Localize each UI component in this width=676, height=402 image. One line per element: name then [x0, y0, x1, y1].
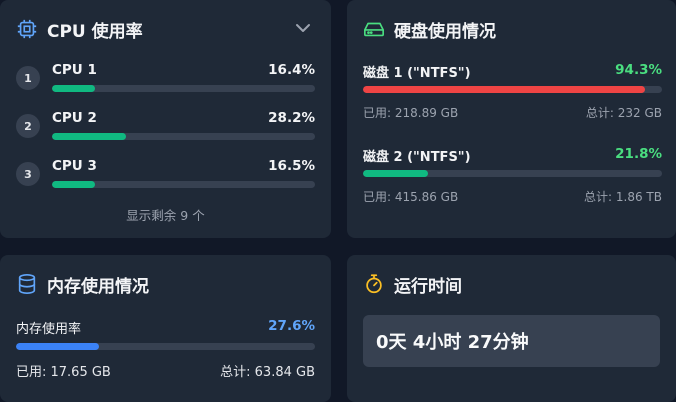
uptime-card: 运行时间 0天 4小时 27分钟: [347, 255, 676, 402]
cpu-name: CPU 3: [52, 158, 97, 174]
disk-card-header: 硬盘使用情况: [363, 17, 496, 42]
disk-progress-bar: [363, 86, 662, 93]
hard-drive-icon: [363, 18, 385, 40]
chevron-down-icon[interactable]: [293, 20, 313, 36]
database-icon: [16, 273, 38, 295]
cpu-card-title: CPU 使用率: [47, 21, 143, 42]
uptime-card-title: 运行时间: [394, 276, 462, 297]
disk-progress-bar: [363, 170, 662, 177]
cpu-percent: 28.2%: [268, 110, 315, 126]
cpu-index-badge: 3: [16, 162, 40, 186]
memory-used: 已用: 17.65 GB: [16, 365, 111, 380]
disk-name: 磁盘 1 ("NTFS"): [363, 66, 471, 81]
disk-card-title: 硬盘使用情况: [394, 21, 496, 42]
memory-usage-label: 内存使用率: [16, 322, 82, 337]
show-more-link[interactable]: 显示剩余 9 个: [0, 205, 331, 224]
memory-card-title: 内存使用情况: [47, 276, 149, 297]
cpu-progress-bar: [52, 181, 315, 188]
cpu-progress-bar: [52, 85, 315, 92]
memory-percent: 27.6%: [268, 318, 315, 334]
cpu-index-badge: 1: [16, 66, 40, 90]
uptime-value: 0天 4小时 27分钟: [376, 332, 529, 353]
disk-name: 磁盘 2 ("NTFS"): [363, 150, 471, 165]
memory-progress-bar: [16, 343, 315, 350]
disk-total: 总计: 232 GB: [585, 106, 662, 120]
cpu-row: 2 CPU 2 28.2%: [16, 110, 315, 144]
disk-percent: 94.3%: [615, 62, 662, 78]
uptime-value-box: 0天 4小时 27分钟: [363, 315, 660, 367]
cpu-index-badge: 2: [16, 114, 40, 138]
memory-usage-card: 内存使用情况 内存使用率 27.6% 已用: 17.65 GB 总计: 63.8…: [0, 255, 331, 402]
cpu-row: 3 CPU 3 16.5%: [16, 158, 315, 192]
cpu-percent: 16.5%: [268, 158, 315, 174]
disk-used: 已用: 415.86 GB: [363, 190, 459, 204]
memory-total: 总计: 63.84 GB: [220, 365, 315, 380]
disk-used: 已用: 218.89 GB: [363, 106, 459, 120]
disk-usage-card: 硬盘使用情况 磁盘 1 ("NTFS") 94.3% 已用: 218.89 GB…: [347, 0, 676, 238]
cpu-usage-card: CPU 使用率 1 CPU 1 16.4% 2 CPU 2 28.2% 3 CP…: [0, 0, 331, 238]
cpu-icon: [16, 18, 38, 40]
uptime-card-header: 运行时间: [363, 272, 462, 297]
cpu-name: CPU 2: [52, 110, 97, 126]
disk-row: 磁盘 1 ("NTFS") 94.3% 已用: 218.89 GB 总计: 23…: [363, 62, 662, 122]
cpu-card-header: CPU 使用率: [16, 17, 143, 42]
disk-row: 磁盘 2 ("NTFS") 21.8% 已用: 415.86 GB 总计: 1.…: [363, 146, 662, 206]
cpu-progress-bar: [52, 133, 315, 140]
cpu-row: 1 CPU 1 16.4%: [16, 62, 315, 96]
stopwatch-icon: [363, 273, 385, 295]
cpu-percent: 16.4%: [268, 62, 315, 78]
cpu-name: CPU 1: [52, 62, 97, 78]
memory-card-header: 内存使用情况: [16, 272, 149, 297]
disk-percent: 21.8%: [615, 146, 662, 162]
disk-total: 总计: 1.86 TB: [584, 190, 662, 204]
